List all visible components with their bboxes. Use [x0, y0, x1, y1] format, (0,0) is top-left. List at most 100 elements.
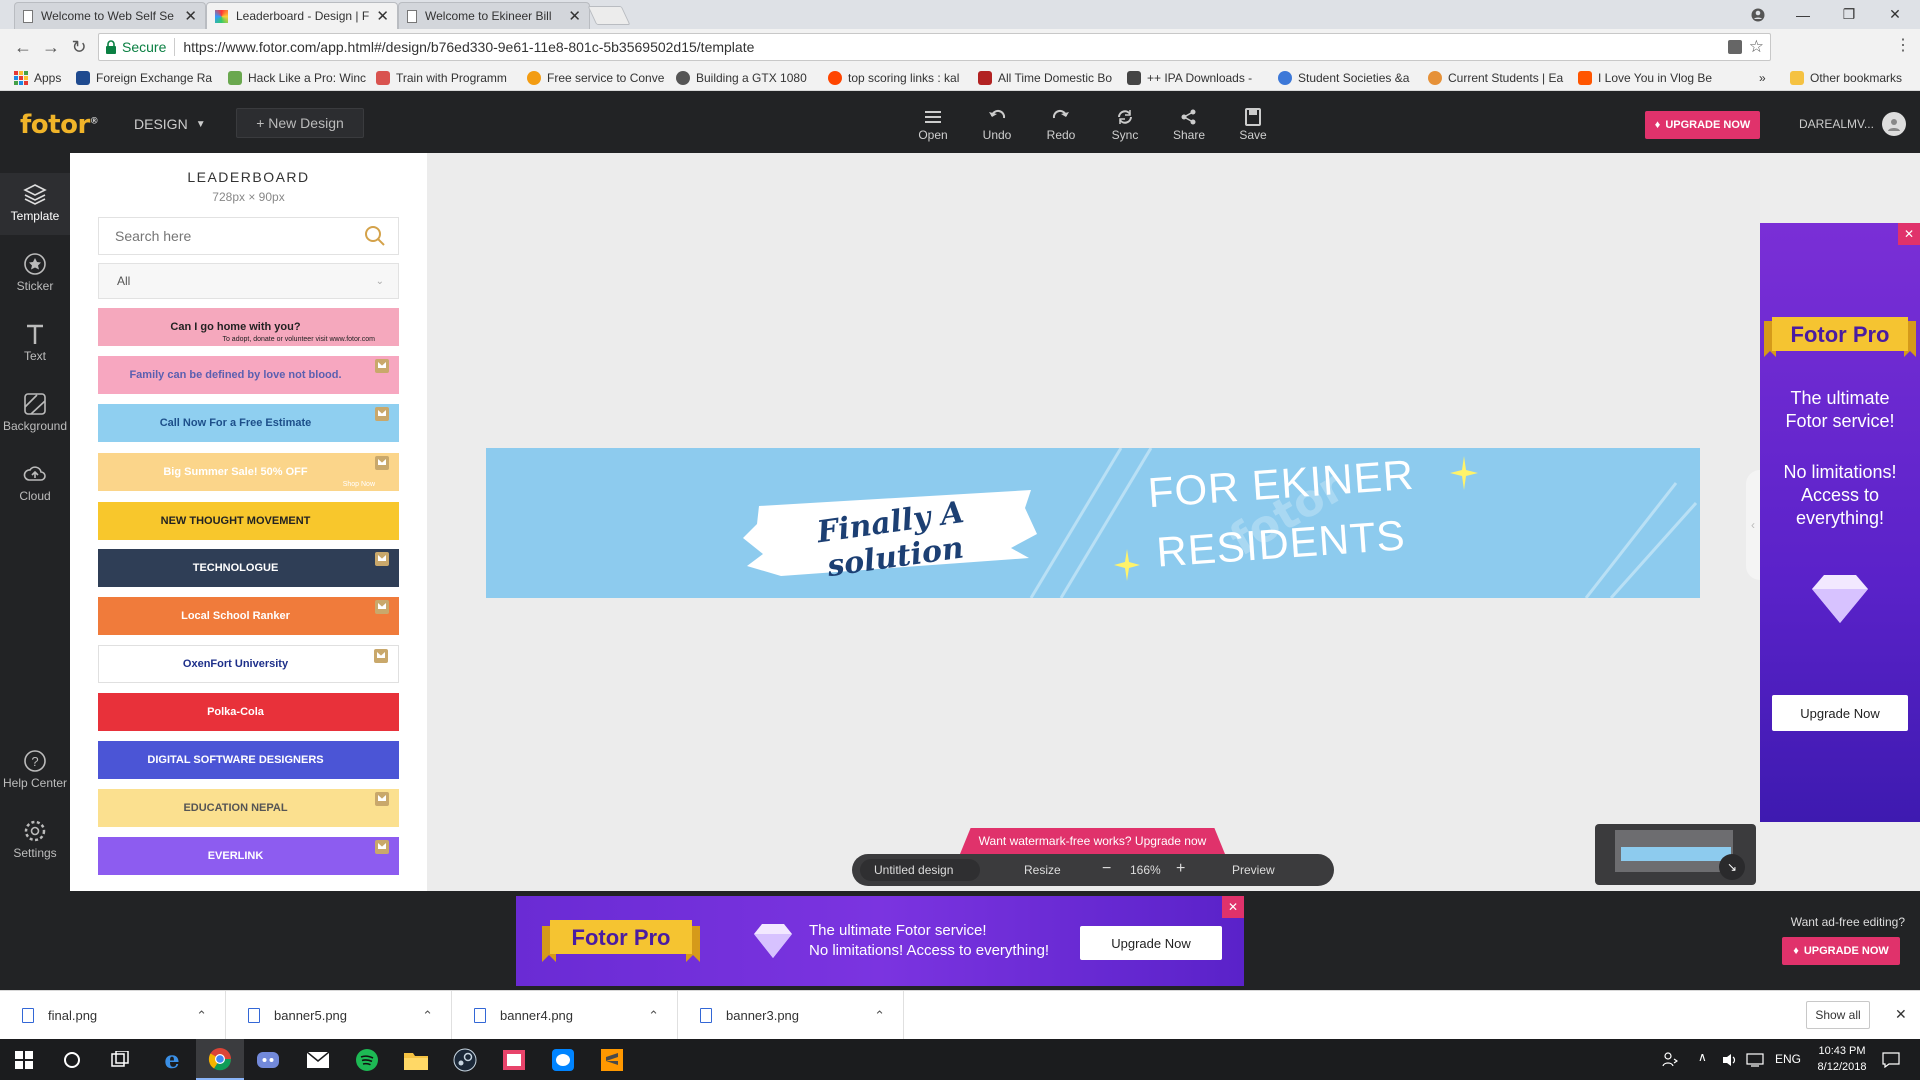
chevron-up-icon[interactable]: ⌃: [874, 1008, 885, 1024]
search-input[interactable]: [115, 228, 364, 244]
share-button[interactable]: Share: [1164, 108, 1214, 142]
template-thumbnail[interactable]: NEW THOUGHT MOVEMENT: [98, 502, 399, 540]
browser-tab-3[interactable]: Welcome to Ekineer Bill ✕: [398, 2, 590, 29]
ad-upgrade-button[interactable]: Upgrade Now: [1080, 926, 1222, 960]
forward-icon[interactable]: →: [38, 34, 64, 60]
fotor-logo[interactable]: fotor®: [20, 110, 99, 140]
snipping-tool-icon[interactable]: [490, 1039, 538, 1080]
other-bookmarks[interactable]: Other bookmarks: [1790, 70, 1902, 86]
close-downloads-icon[interactable]: ✕: [1895, 1006, 1907, 1023]
minimap[interactable]: ↘: [1595, 824, 1756, 885]
ad-close-button[interactable]: ✕: [1222, 896, 1244, 918]
browser-tab-1[interactable]: Welcome to Web Self Se ✕: [14, 2, 206, 29]
bookmark-item[interactable]: Foreign Exchange Ra: [76, 70, 212, 86]
resize-button[interactable]: Resize: [1024, 863, 1061, 877]
rail-help-center[interactable]: ? Help Center: [0, 750, 70, 790]
rail-background[interactable]: Background: [0, 393, 70, 433]
cortana-icon[interactable]: [48, 1039, 96, 1080]
ad-close-button[interactable]: ✕: [1898, 223, 1920, 245]
new-design-button[interactable]: + New Design: [236, 108, 364, 138]
chevron-up-icon[interactable]: ⌃: [196, 1008, 207, 1024]
close-tab-icon[interactable]: ✕: [184, 7, 197, 25]
rail-sticker[interactable]: Sticker: [0, 253, 70, 293]
bookmark-item[interactable]: Free service to Conve: [527, 70, 664, 86]
bookmark-apps[interactable]: Apps: [14, 70, 61, 86]
rail-settings[interactable]: Settings: [0, 820, 70, 860]
task-view-icon[interactable]: [96, 1039, 144, 1080]
show-all-button[interactable]: Show all: [1806, 1001, 1870, 1029]
rail-cloud[interactable]: Cloud: [0, 463, 70, 503]
address-bar[interactable]: Secure https://www.fotor.com/app.html#/d…: [98, 33, 1771, 61]
chevron-up-icon[interactable]: ⌃: [648, 1008, 659, 1024]
bookmark-item[interactable]: I Love You in Vlog Be: [1578, 70, 1712, 86]
chevron-up-icon[interactable]: ⌃: [422, 1008, 433, 1024]
download-item[interactable]: banner4.png ⌃: [452, 991, 678, 1040]
download-item[interactable]: final.png ⌃: [0, 991, 226, 1040]
undo-button[interactable]: Undo: [972, 108, 1022, 142]
bookmark-star-icon[interactable]: ☆: [1749, 37, 1764, 57]
ad-free-upgrade-button[interactable]: ♦ UPGRADE NOW: [1782, 937, 1900, 965]
bookmark-item[interactable]: top scoring links : kal: [828, 70, 959, 86]
ad-upgrade-button[interactable]: Upgrade Now: [1772, 695, 1908, 731]
browser-tab-2[interactable]: Leaderboard - Design | F ✕: [206, 2, 398, 29]
bookmark-item[interactable]: Hack Like a Pro: Winc: [228, 70, 366, 86]
edge-icon[interactable]: e: [148, 1039, 196, 1080]
network-icon[interactable]: [1746, 1053, 1764, 1067]
template-thumbnail[interactable]: Local School Ranker: [98, 597, 399, 635]
close-tab-icon[interactable]: ✕: [376, 7, 389, 25]
steam-icon[interactable]: [441, 1039, 489, 1080]
username[interactable]: DAREALMV...: [1799, 117, 1874, 131]
design-name-field[interactable]: Untitled design: [860, 859, 980, 881]
bookmark-item[interactable]: ++ IPA Downloads -: [1127, 70, 1252, 86]
zoom-out-button[interactable]: −: [1102, 860, 1111, 878]
preview-button[interactable]: Preview: [1232, 863, 1275, 877]
tray-overflow-icon[interactable]: ∧: [1698, 1050, 1707, 1064]
spotify-icon[interactable]: [343, 1039, 391, 1080]
new-tab-button[interactable]: [587, 6, 631, 25]
rail-template[interactable]: Template: [0, 173, 70, 235]
close-window-icon[interactable]: ✕: [1872, 0, 1918, 29]
windows-start-icon[interactable]: [0, 1039, 48, 1080]
template-filter[interactable]: All ⌄: [98, 263, 399, 299]
reload-icon[interactable]: ↻: [66, 34, 92, 60]
template-thumbnail[interactable]: Can I go home with you? To adopt, donate …: [98, 308, 399, 346]
sublime-text-icon[interactable]: [588, 1039, 636, 1080]
bookmark-item[interactable]: Student Societies &a: [1278, 70, 1409, 86]
clock-time[interactable]: 10:43 PM: [1810, 1045, 1874, 1057]
url-text[interactable]: https://www.fotor.com/app.html#/design/b…: [183, 39, 754, 55]
discord-icon[interactable]: [244, 1039, 292, 1080]
avatar[interactable]: [1882, 112, 1906, 136]
design-canvas[interactable]: Finally A solution FOR EKINER RESIDENTS …: [486, 448, 1700, 598]
download-item[interactable]: banner3.png ⌃: [678, 991, 904, 1040]
action-center-icon[interactable]: [1882, 1052, 1900, 1068]
clock-date[interactable]: 8/12/2018: [1810, 1061, 1874, 1073]
rail-text[interactable]: Text: [0, 323, 70, 363]
canvas-scroll-handle[interactable]: ‹: [1746, 470, 1760, 580]
close-tab-icon[interactable]: ✕: [568, 7, 581, 25]
file-explorer-icon[interactable]: [392, 1039, 440, 1080]
bookmark-item[interactable]: Train with Programm: [376, 70, 507, 86]
sync-button[interactable]: Sync: [1100, 108, 1150, 142]
redo-button[interactable]: Redo: [1036, 108, 1086, 142]
upgrade-now-button[interactable]: ♦ UPGRADE NOW: [1645, 111, 1760, 139]
chrome-menu-icon[interactable]: ⋮: [1895, 35, 1911, 55]
bookmark-item[interactable]: Building a GTX 1080: [676, 70, 807, 86]
template-thumbnail[interactable]: TECHNOLOGUE: [98, 549, 399, 587]
watermark-upgrade-link[interactable]: Want watermark-free works? Upgrade now: [960, 828, 1225, 854]
bookmarks-overflow-icon[interactable]: »: [1759, 70, 1766, 86]
restore-window-icon[interactable]: ❐: [1826, 0, 1872, 29]
template-thumbnail[interactable]: Polka-Cola: [98, 693, 399, 731]
design-menu[interactable]: DESIGN ▼: [134, 116, 206, 132]
open-button[interactable]: Open: [908, 108, 958, 142]
zoom-in-button[interactable]: +: [1176, 860, 1185, 878]
template-thumbnail[interactable]: DIGITAL SOFTWARE DESIGNERS: [98, 741, 399, 779]
bookmark-item[interactable]: Current Students | Ea: [1428, 70, 1563, 86]
download-item[interactable]: banner5.png ⌃: [226, 991, 452, 1040]
template-search[interactable]: [98, 217, 399, 255]
template-thumbnail[interactable]: EDUCATION NEPAL: [98, 789, 399, 827]
chrome-icon[interactable]: [196, 1039, 244, 1080]
back-icon[interactable]: ←: [10, 34, 36, 60]
minimize-window-icon[interactable]: —: [1780, 0, 1826, 29]
template-thumbnail[interactable]: Family can be defined by love not blood.: [98, 356, 399, 394]
bookmark-item[interactable]: All Time Domestic Bo: [978, 70, 1112, 86]
